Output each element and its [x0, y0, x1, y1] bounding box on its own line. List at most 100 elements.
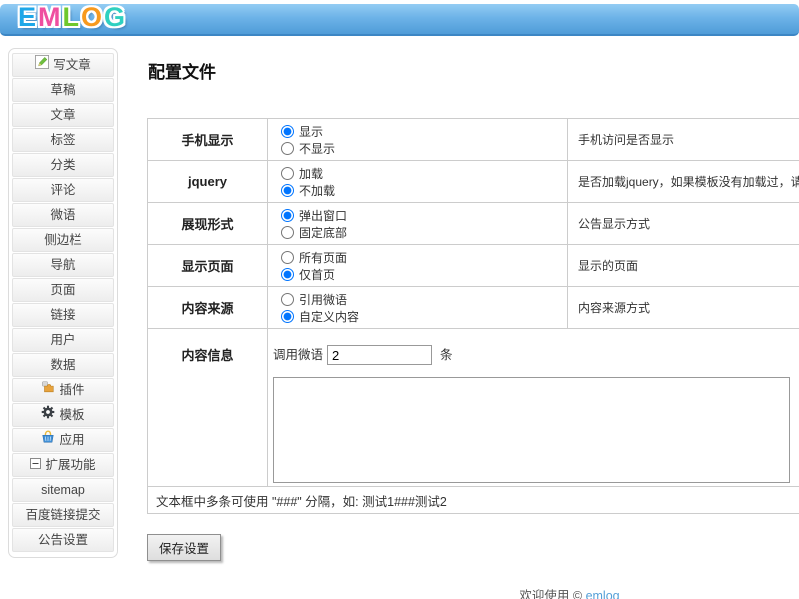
sidebar-item-templates[interactable]: 模板 — [12, 403, 114, 427]
radio-mobile-hide[interactable] — [281, 142, 294, 155]
sidebar-item-sitemap[interactable]: sitemap — [12, 478, 114, 502]
sidebar-item-categories[interactable]: 分类 — [12, 153, 114, 177]
sidebar-item-comments[interactable]: 评论 — [12, 178, 114, 202]
radio-home-only[interactable] — [281, 268, 294, 281]
logo-letter: L — [63, 2, 82, 32]
sidebar-item-label: 评论 — [50, 179, 75, 201]
row-jquery: jquery 加载 不加载 是否加载jquery，如果模板没有加载过，请 — [148, 161, 799, 203]
radio-jquery-noload[interactable] — [281, 184, 294, 197]
sidebar-item-label: sitemap — [41, 479, 85, 501]
sidebar-item-links[interactable]: 链接 — [12, 303, 114, 327]
gear-icon — [41, 404, 55, 426]
row-display-style: 展现形式 弹出窗口 固定底部 公告显示方式 — [148, 203, 799, 245]
row-options: 所有页面 仅首页 — [268, 245, 568, 287]
sidebar-item-label: 用户 — [50, 329, 75, 351]
sidebar-item-label: 标签 — [50, 129, 75, 151]
radio-label: 不加载 — [299, 184, 335, 198]
sidebar-item-label: 页面 — [50, 279, 75, 301]
collapse-icon — [30, 454, 41, 476]
sidebar-item-microblog[interactable]: 微语 — [12, 203, 114, 227]
plugin-icon — [41, 379, 55, 401]
sidebar-item-plugins[interactable]: 插件 — [12, 378, 114, 402]
sidebar-item-label: 百度链接提交 — [25, 504, 100, 526]
pencil-icon — [35, 54, 49, 76]
sidebar-item-label: 文章 — [50, 104, 75, 126]
sidebar-item-label: 插件 — [59, 379, 84, 401]
row-note: 文本框中多条可使用 "###" 分隔，如: 测试1###测试2 — [148, 487, 799, 514]
row-options: 显示 不显示 — [268, 119, 568, 161]
sidebar-item-label: 侧边栏 — [44, 229, 82, 251]
radio-custom-content[interactable] — [281, 310, 294, 323]
radio-label: 弹出窗口 — [299, 209, 347, 223]
footer: 欢迎使用 © emlog — [147, 585, 799, 599]
radio-label: 固定底部 — [299, 226, 347, 240]
main-content: 配置文件 手机显示 显示 不显示 手机访问是否显示 jquery 加载 不加载 … — [147, 50, 799, 599]
sidebar-item-pages[interactable]: 页面 — [12, 278, 114, 302]
radio-label: 显示 — [299, 125, 323, 139]
row-options: 引用微语 自定义内容 — [268, 287, 568, 329]
sidebar-item-label: 应用 — [59, 429, 84, 451]
save-button[interactable]: 保存设置 — [147, 534, 221, 561]
sidebar-item-data[interactable]: 数据 — [12, 353, 114, 377]
row-description: 显示的页面 — [568, 245, 799, 287]
emlog-logo: EMLOG — [18, 2, 127, 32]
table-note: 文本框中多条可使用 "###" 分隔，如: 测试1###测试2 — [148, 487, 799, 514]
sidebar-item-users[interactable]: 用户 — [12, 328, 114, 352]
logo-letter: M — [38, 2, 63, 32]
sidebar-item-label: 草稿 — [50, 79, 75, 101]
sidebar-item-sidebar-widgets[interactable]: 侧边栏 — [12, 228, 114, 252]
footer-text: 欢迎使用 © — [519, 589, 582, 599]
sidebar: 写文章 草稿 文章 标签 分类 评论 微语 侧边栏 导航 页面 链接 用户 数据… — [8, 48, 118, 558]
row-description: 是否加载jquery，如果模板没有加载过，请 — [568, 161, 799, 203]
row-description: 内容来源方式 — [568, 287, 799, 329]
radio-label: 引用微语 — [299, 293, 347, 307]
sidebar-item-label: 模板 — [59, 404, 84, 426]
row-description: 手机访问是否显示 — [568, 119, 799, 161]
row-options: 弹出窗口 固定底部 — [268, 203, 568, 245]
radio-quote-microblog[interactable] — [281, 293, 294, 306]
sidebar-item-apps[interactable]: 应用 — [12, 428, 114, 452]
sidebar-item-write-post[interactable]: 写文章 — [12, 53, 114, 77]
sidebar-item-articles[interactable]: 文章 — [12, 103, 114, 127]
sidebar-item-label: 写文章 — [53, 54, 91, 76]
row-options: 加载 不加载 — [268, 161, 568, 203]
logo-letter: E — [18, 2, 38, 32]
page-title: 配置文件 — [148, 58, 799, 83]
row-label: 内容来源 — [148, 287, 268, 329]
sidebar-item-tags[interactable]: 标签 — [12, 128, 114, 152]
sidebar-item-label: 链接 — [50, 304, 75, 326]
emlog-link[interactable]: emlog — [586, 589, 620, 599]
sidebar-item-announcement-settings[interactable]: 公告设置 — [12, 528, 114, 552]
radio-label: 仅首页 — [299, 268, 335, 282]
sidebar-item-label: 导航 — [50, 254, 75, 276]
micro-post-count-input[interactable] — [327, 345, 432, 365]
count-suffix-label: 条 — [440, 348, 453, 362]
sidebar-item-label: 分类 — [50, 154, 75, 176]
radio-all-pages[interactable] — [281, 251, 294, 264]
sidebar-item-label: 微语 — [50, 204, 75, 226]
row-content-source: 内容来源 引用微语 自定义内容 内容来源方式 — [148, 287, 799, 329]
row-label: 手机显示 — [148, 119, 268, 161]
row-label: 内容信息 — [148, 329, 268, 487]
sidebar-item-navigation[interactable]: 导航 — [12, 253, 114, 277]
radio-fixed-bottom[interactable] — [281, 226, 294, 239]
radio-label: 所有页面 — [299, 251, 347, 265]
row-description: 公告显示方式 — [568, 203, 799, 245]
sidebar-item-label: 扩展功能 — [45, 454, 95, 476]
content-textarea[interactable] — [273, 377, 790, 483]
app-store-icon — [41, 429, 55, 451]
sidebar-item-label: 数据 — [50, 354, 75, 376]
row-label: jquery — [148, 161, 268, 203]
sidebar-item-baidu-link-submit[interactable]: 百度链接提交 — [12, 503, 114, 527]
radio-jquery-load[interactable] — [281, 167, 294, 180]
row-mobile-display: 手机显示 显示 不显示 手机访问是否显示 — [148, 119, 799, 161]
row-label: 显示页面 — [148, 245, 268, 287]
sidebar-item-extensions[interactable]: 扩展功能 — [12, 453, 114, 477]
radio-popup-window[interactable] — [281, 209, 294, 222]
row-display-pages: 显示页面 所有页面 仅首页 显示的页面 — [148, 245, 799, 287]
count-prefix-label: 调用微语 — [273, 348, 323, 362]
logo-letter: O — [81, 2, 104, 32]
radio-mobile-show[interactable] — [281, 125, 294, 138]
sidebar-item-drafts[interactable]: 草稿 — [12, 78, 114, 102]
radio-label: 不显示 — [299, 142, 335, 156]
